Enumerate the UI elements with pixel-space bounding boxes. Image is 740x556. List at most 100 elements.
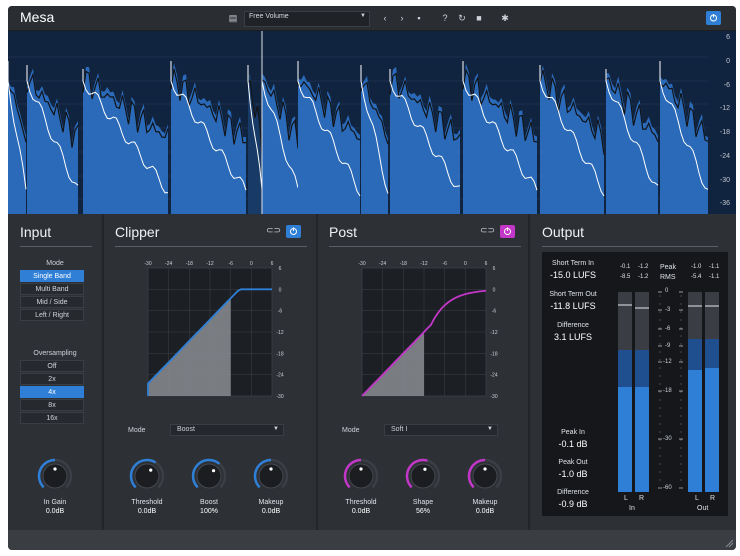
- knob-body: [197, 464, 221, 488]
- y-tick-label: -12: [276, 330, 283, 336]
- settings-gear-icon[interactable]: ✱: [498, 11, 512, 25]
- link-icon[interactable]: ⊂⊃: [480, 225, 494, 238]
- x-tick-label: -12: [420, 261, 427, 267]
- y-tick-label: -18: [490, 351, 497, 357]
- x-tick-label: 6: [485, 261, 488, 267]
- oversampling-options: Off 2x 4x 8x 16x: [20, 360, 84, 425]
- lock-icon[interactable]: ■: [472, 11, 486, 25]
- post-makeup-value: 0.0dB: [455, 508, 515, 515]
- preset-list-icon[interactable]: ▤: [226, 11, 240, 25]
- mode-option-single-band[interactable]: Single Band: [20, 270, 84, 282]
- clipper-threshold-knob[interactable]: [129, 458, 165, 494]
- post-threshold-knob[interactable]: [343, 458, 379, 494]
- out-left-rms-fill: [688, 370, 702, 492]
- x-tick-label: -6: [442, 261, 447, 267]
- oversampling-option-16x[interactable]: 16x: [20, 412, 84, 424]
- clipper-title: Clipper: [115, 224, 159, 240]
- next-preset-icon[interactable]: ›: [395, 11, 409, 25]
- oversampling-option-off[interactable]: Off: [20, 360, 84, 372]
- knob-body: [411, 464, 435, 488]
- output-title: Output: [542, 224, 584, 240]
- input-title: Input: [20, 224, 51, 240]
- top-bar: Mesa ▤ Free Volume ▼ ‹ › ▪ ? ↻ ■ ✱: [8, 6, 736, 31]
- x-tick-label: 0: [250, 261, 253, 267]
- waveform-graph: [8, 31, 736, 214]
- waveform-segment: [248, 71, 262, 214]
- post-shape-knob[interactable]: [405, 458, 441, 494]
- post-power-button[interactable]: [500, 225, 515, 238]
- level-meters: [542, 252, 728, 516]
- chevron-down-icon: ▼: [273, 426, 279, 432]
- preset-dropdown[interactable]: Free Volume ▼: [244, 11, 370, 27]
- meter-scale-label: -12: [663, 359, 672, 365]
- link-icon[interactable]: ⊂⊃: [266, 225, 280, 238]
- chevron-down-icon: ▼: [487, 426, 493, 432]
- knob-indicator: [53, 467, 56, 470]
- bypass-power-button[interactable]: [706, 11, 721, 25]
- knob-indicator: [483, 467, 486, 470]
- meter-scale-label: -60: [663, 485, 672, 491]
- mode-option-mid-side[interactable]: Mid / Side: [20, 296, 84, 308]
- meter-scale-label: -18: [663, 388, 672, 394]
- y-tick-label: -12: [490, 330, 497, 336]
- save-icon[interactable]: ▪: [412, 11, 426, 25]
- knob-indicator: [269, 467, 272, 470]
- y-tick-label: -30: [276, 394, 283, 400]
- knob-indicator: [212, 469, 215, 472]
- knob-indicator: [423, 468, 426, 471]
- mode-option-multi-band[interactable]: Multi Band: [20, 283, 84, 295]
- out-right-rms-fill: [705, 368, 719, 492]
- help-icon[interactable]: ?: [438, 11, 452, 25]
- clipper-boost-knob[interactable]: [191, 458, 227, 494]
- y-tick-label: 6: [493, 266, 496, 272]
- clipper-mode-dropdown[interactable]: Boost ▼: [170, 424, 284, 436]
- y-tick-label: 0: [493, 287, 496, 293]
- oversampling-option-4x[interactable]: 4x: [20, 386, 84, 398]
- y-tick-label: -6: [278, 309, 283, 315]
- post-makeup-knob[interactable]: [467, 458, 503, 494]
- clipper-boost-label: Boost: [179, 499, 239, 506]
- y-tick-label: -24: [490, 373, 497, 379]
- db-scale-label: -6: [724, 82, 730, 89]
- post-shape-value: 56%: [393, 508, 453, 515]
- in-meter-label: In: [629, 505, 635, 512]
- post-mode-value: Soft I: [391, 426, 407, 433]
- in-gain-label: In Gain: [25, 499, 85, 506]
- plugin-window: Mesa ▤ Free Volume ▼ ‹ › ▪ ? ↻ ■ ✱ 6 0 -…: [8, 6, 736, 550]
- resize-grip-icon[interactable]: [724, 538, 734, 548]
- status-bar: [8, 530, 736, 550]
- db-scale-label: -30: [720, 177, 730, 184]
- out-meter-label: Out: [697, 505, 708, 512]
- post-threshold-label: Threshold: [331, 499, 391, 506]
- in-right-channel: R: [639, 495, 644, 502]
- divider: [115, 246, 307, 247]
- post-title: Post: [329, 224, 357, 240]
- knob-indicator: [149, 468, 152, 471]
- clipper-makeup-knob[interactable]: [253, 458, 289, 494]
- db-scale-label: -12: [720, 105, 730, 112]
- post-section: Post ⊂⊃ -30 -24 -18 -12 -6 0 6 6 0 -6 -12 -18 -24 -30…: [318, 214, 528, 530]
- clipper-section: Clipper ⊂⊃ -30 -24 -18 -12 -6 0 6 6 0 -6 -12 -18 -24…: [104, 214, 316, 530]
- y-tick-label: -6: [492, 309, 497, 315]
- oversampling-option-2x[interactable]: 2x: [20, 373, 84, 385]
- ab-compare-icon[interactable]: ↻: [455, 11, 469, 25]
- post-transfer-curve: -30 -24 -18 -12 -6 0 660-6-12-18-24-30: [348, 256, 508, 406]
- oversampling-option-8x[interactable]: 8x: [20, 399, 84, 411]
- y-tick-label: -30: [490, 394, 497, 400]
- clipper-makeup-label: Makeup: [241, 499, 301, 506]
- knob-body: [135, 464, 159, 488]
- db-scale-label: 0: [726, 58, 730, 65]
- mode-option-left-right[interactable]: Left / Right: [20, 309, 84, 321]
- in-gain-knob[interactable]: [37, 458, 73, 494]
- previous-preset-icon[interactable]: ‹: [378, 11, 392, 25]
- post-mode-dropdown[interactable]: Soft I ▼: [384, 424, 498, 436]
- y-tick-label: 6: [279, 266, 282, 272]
- clipper-transfer-curve: -30 -24 -18 -12 -6 0 66 0 -6 -12 -18 -24 -30: [134, 256, 294, 406]
- y-tick-label: 0: [279, 287, 282, 293]
- y-tick-label: -24: [276, 373, 283, 379]
- y-tick-label: -18: [276, 351, 283, 357]
- loudness-panel: Short Term In -15.0 LUFS Short Term Out …: [542, 252, 728, 516]
- meter-scale-label: 0: [665, 288, 668, 294]
- clipper-power-button[interactable]: [286, 225, 301, 238]
- divider: [542, 246, 718, 247]
